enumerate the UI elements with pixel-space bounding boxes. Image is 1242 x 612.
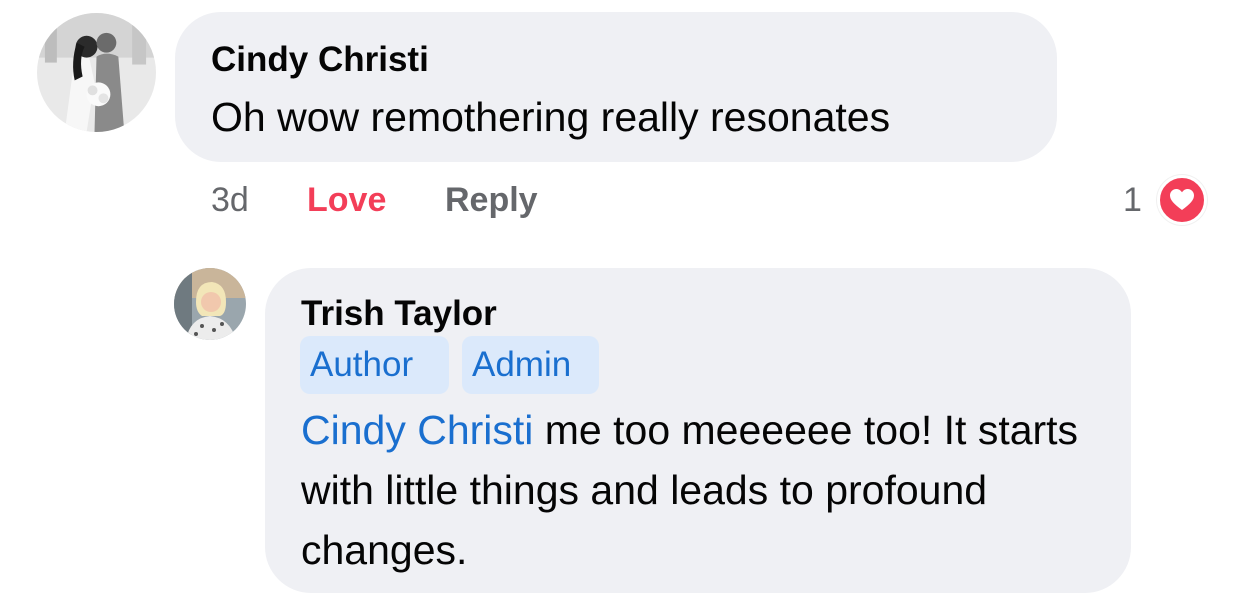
profile-photo-icon [174,268,246,340]
avatar-cindy-christi[interactable] [37,13,156,132]
love-button[interactable]: Love [307,180,386,220]
comment-author-name[interactable]: Cindy Christi [211,40,429,80]
comment-bubble: Cindy Christi Oh wow remothering really … [175,12,1057,162]
reply-author-name[interactable]: Trish Taylor [301,294,497,334]
heart-reaction-badge[interactable] [1157,175,1207,225]
avatar-trish-taylor[interactable] [174,268,246,340]
author-badge: Author [300,336,449,394]
reply-text: Cindy Christi me too meeeeee too! It sta… [301,400,1111,580]
mention-link[interactable]: Cindy Christi [301,407,533,453]
reply-bubble: Trish Taylor Author Admin Cindy Christi … [265,268,1131,593]
reply-button[interactable]: Reply [445,180,538,220]
comment-text: Oh wow remothering really resonates [211,94,891,140]
admin-badge: Admin [462,336,599,394]
heart-icon [1170,189,1194,210]
reaction-count[interactable]: 1 [1123,180,1142,220]
comment-timestamp[interactable]: 3d [211,180,249,220]
profile-photo-icon [37,13,156,132]
